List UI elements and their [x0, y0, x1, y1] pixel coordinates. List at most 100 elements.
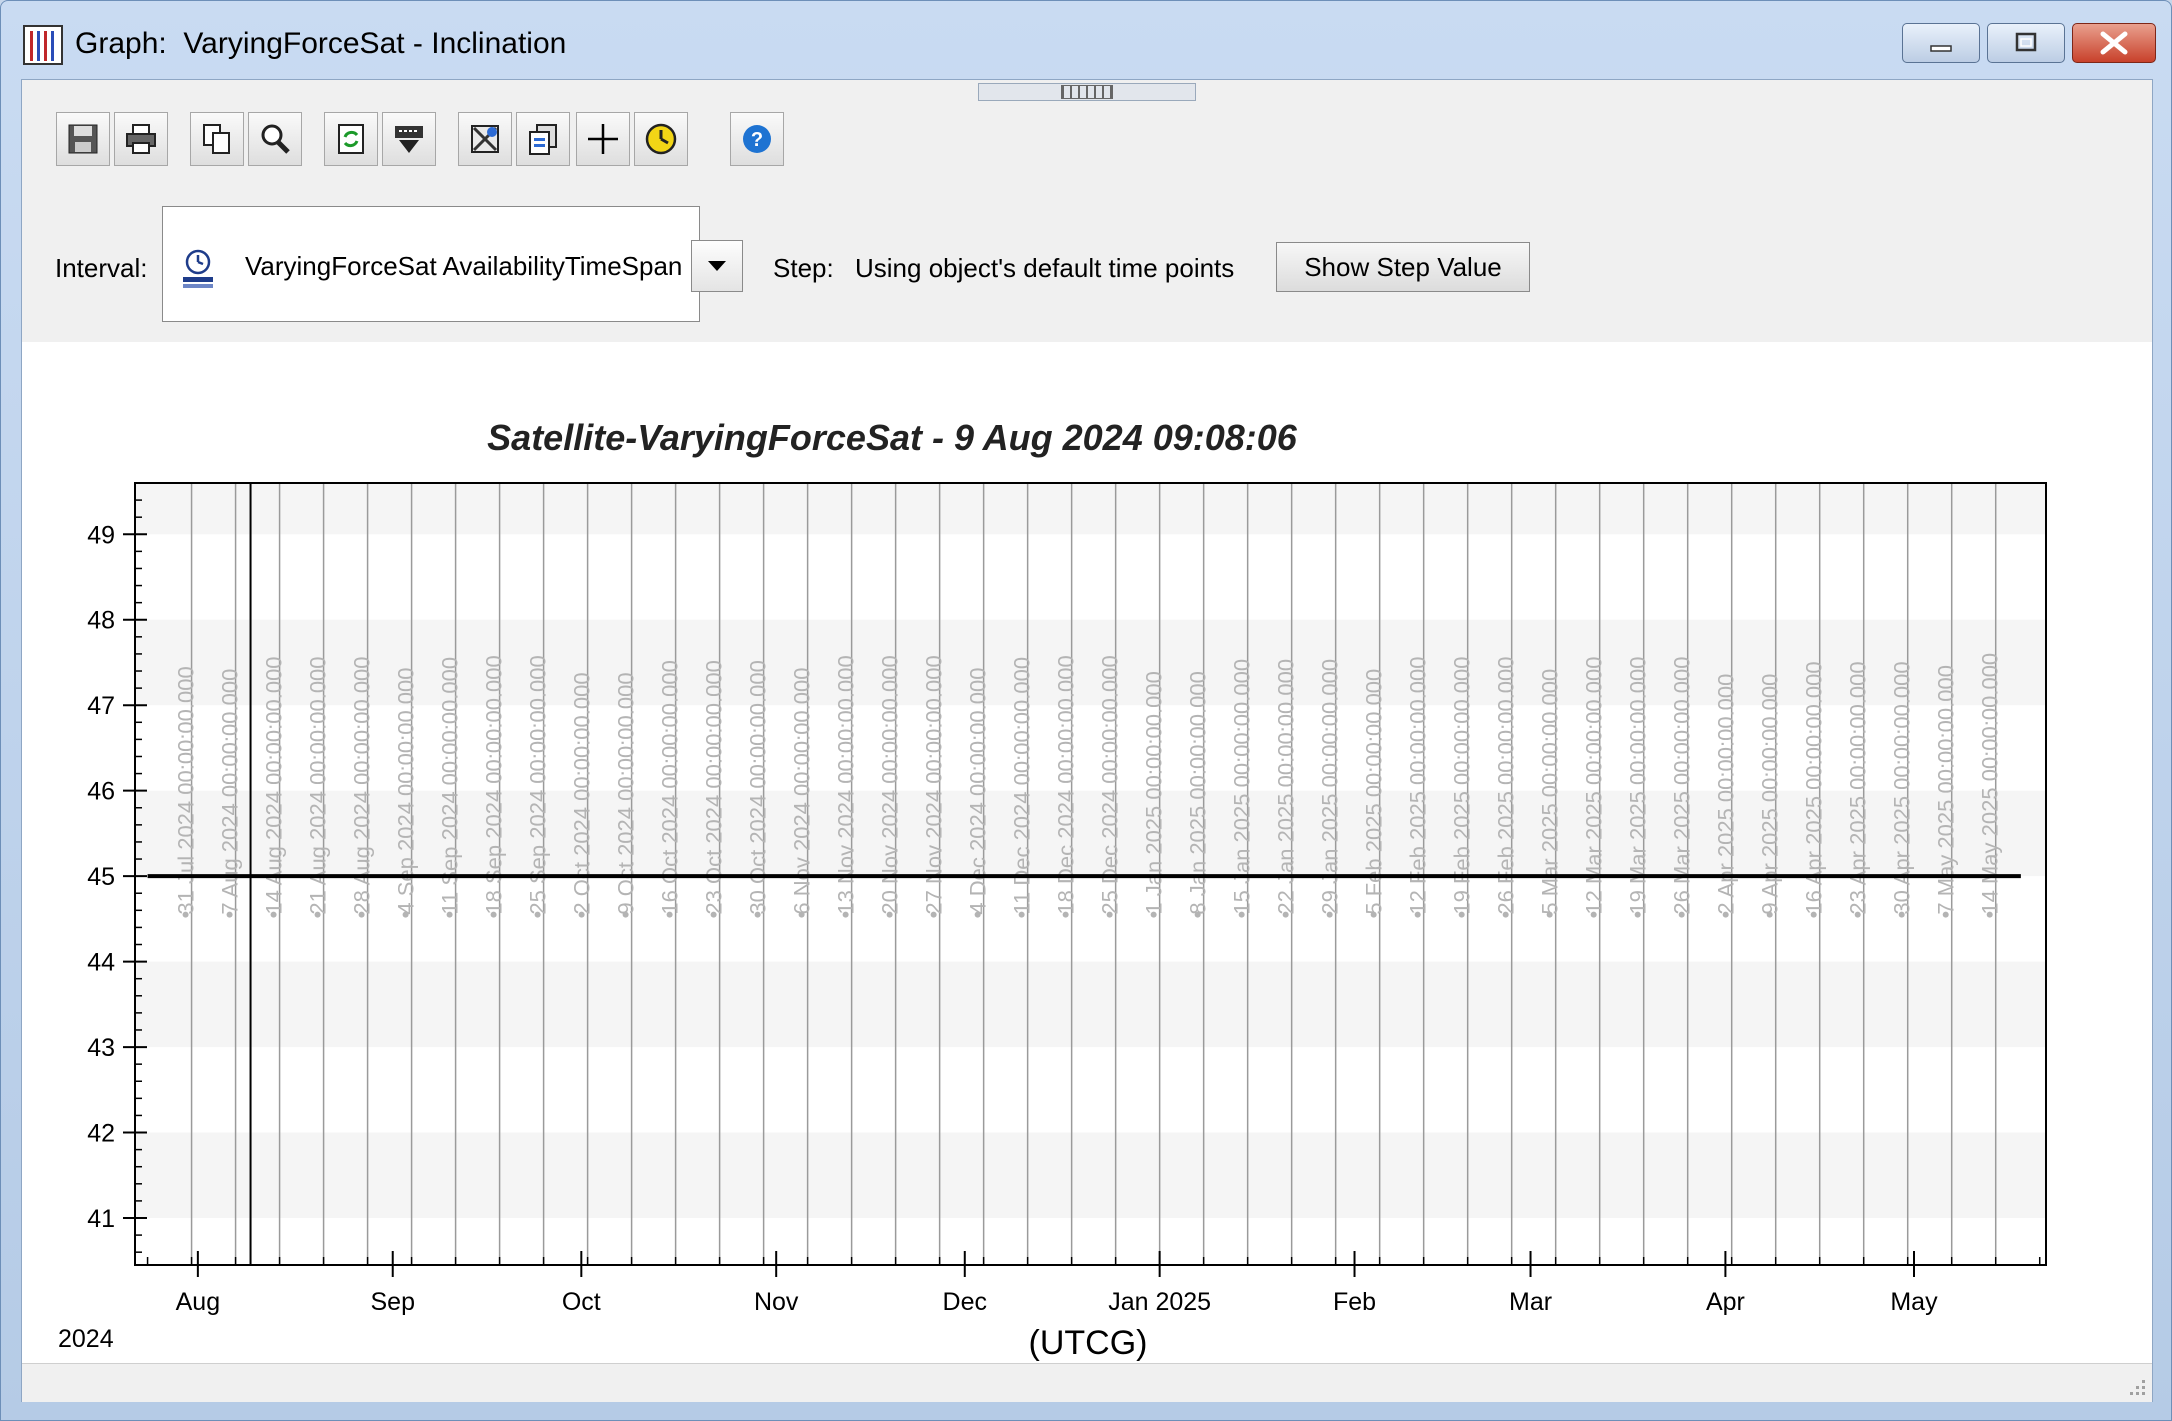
animation-time-button[interactable] [634, 112, 688, 166]
time-marker-point [622, 911, 629, 918]
graph-properties-button[interactable] [458, 112, 512, 166]
time-marker-point [1194, 911, 1201, 918]
x-tick-label: Mar [1509, 1288, 1552, 1316]
time-marker-point [578, 911, 585, 918]
time-marker-point [534, 911, 541, 918]
time-marker-point [1282, 911, 1289, 918]
graph-area[interactable]: 31 Jul 2024 00:00:00.000 7 Aug 2024 00:00… [22, 342, 2152, 1363]
time-marker-point [402, 911, 409, 918]
x-tick-label: Dec [943, 1288, 987, 1316]
y-tick-label: 41 [87, 1205, 115, 1233]
refresh-button[interactable] [324, 112, 378, 166]
time-marker-point [1150, 911, 1157, 918]
time-marker-point [930, 911, 937, 918]
time-marker-point [270, 911, 277, 918]
title-bar[interactable]: Graph: VaryingForceSat - Inclination [1, 1, 2171, 77]
graph-window: Graph: VaryingForceSat - Inclination ? I… [0, 0, 2172, 1421]
time-marker-point [1502, 911, 1509, 918]
time-marker-label: 2 Oct 2024 00:00:00.000 [570, 672, 595, 914]
report-icon [529, 124, 557, 155]
time-marker-point [886, 911, 893, 918]
download-button[interactable] [382, 112, 436, 166]
show-step-value-button[interactable]: Show Step Value [1276, 242, 1530, 292]
status-bar [22, 1363, 2152, 1402]
crosshair-button[interactable] [576, 112, 630, 166]
y-tick-label: 45 [87, 863, 115, 891]
interval-combobox[interactable]: VaryingForceSat AvailabilityTimeSpan [162, 206, 700, 322]
svg-text:?: ? [751, 129, 763, 151]
x-tick-label: Aug [176, 1288, 220, 1316]
help-icon: ? [743, 125, 771, 153]
time-marker-point [314, 911, 321, 918]
interval-label: Interval: [55, 253, 148, 283]
graph-client-area: ? Interval: VaryingForceSat Availability… [21, 79, 2153, 1402]
inclination-chart: 31 Jul 2024 00:00:00.000 7 Aug 2024 00:00… [58, 417, 2047, 1362]
print-icon [126, 124, 156, 154]
background-band [135, 961, 2046, 1048]
y-tick-label: 42 [87, 1120, 115, 1148]
time-marker-point [1370, 911, 1377, 918]
time-marker-point [1986, 911, 1993, 918]
time-marker-point [226, 911, 233, 918]
x-tick-label: Feb [1333, 1288, 1376, 1316]
report-button[interactable] [516, 112, 570, 166]
close-button[interactable] [2072, 23, 2156, 63]
zoom-button[interactable] [248, 112, 302, 166]
animation-time-icon [645, 123, 677, 155]
time-marker-point [974, 911, 981, 918]
x-axis-label: (UTCG) [1029, 1324, 1148, 1362]
chevron-down-icon [708, 261, 726, 271]
resize-grip-icon[interactable] [2122, 1372, 2148, 1398]
minimize-button[interactable] [1902, 23, 1980, 63]
time-marker-point [490, 911, 497, 918]
time-marker-point [1062, 911, 1069, 918]
minimize-icon [1930, 45, 1952, 52]
time-marker-point [1810, 911, 1817, 918]
maximize-icon [2015, 32, 2037, 52]
time-marker-point [1458, 911, 1465, 918]
chart-title: Satellite-VaryingForceSat - 9 Aug 2024 0… [487, 417, 1298, 458]
y-tick-label: 43 [87, 1034, 115, 1062]
time-marker-point [1106, 911, 1113, 918]
window-title: Graph: VaryingForceSat - Inclination [75, 27, 567, 60]
toolbar-splitter-handle[interactable] [978, 83, 1196, 101]
interval-dropdown-button[interactable] [691, 240, 743, 292]
save-icon [68, 124, 98, 154]
copy-button[interactable] [190, 112, 244, 166]
time-marker-point [842, 911, 849, 918]
x-tick-label: May [1890, 1288, 1938, 1316]
time-marker-label: 9 Oct 2024 00:00:00.000 [614, 672, 639, 914]
time-marker-point [1546, 911, 1553, 918]
y-tick-label: 44 [87, 949, 115, 977]
y-tick-label: 46 [87, 778, 115, 806]
time-marker-point [1414, 911, 1421, 918]
step-value: Using object's default time points [855, 253, 1235, 283]
background-band [135, 1132, 2046, 1218]
step-label: Step: [773, 253, 834, 283]
x-year-label: 2024 [58, 1325, 114, 1353]
time-marker-label: 2 Apr 2025 00:00:00.000 [1714, 674, 1739, 915]
maximize-button[interactable] [1987, 23, 2065, 63]
time-marker-point [798, 911, 805, 918]
x-tick-label: Oct [562, 1288, 601, 1316]
y-tick-label: 48 [87, 607, 115, 635]
time-marker-point [1722, 911, 1729, 918]
time-marker-point [1942, 911, 1949, 918]
y-tick-label: 49 [87, 521, 115, 549]
y-tick-label: 47 [87, 692, 115, 720]
time-marker-point [1590, 911, 1597, 918]
x-tick-label: Sep [370, 1288, 414, 1316]
background-band [135, 483, 2046, 535]
x-tick-label: Jan 2025 [1108, 1288, 1211, 1316]
x-tick-label: Nov [754, 1288, 799, 1316]
time-marker-point [1238, 911, 1245, 918]
print-button[interactable] [114, 112, 168, 166]
refresh-icon [338, 124, 364, 154]
copy-icon [203, 124, 230, 154]
save-button[interactable] [56, 112, 110, 166]
interval-value: VaryingForceSat AvailabilityTimeSpan [245, 251, 683, 281]
time-marker-point [754, 911, 761, 918]
help-button[interactable]: ? [730, 112, 784, 166]
time-marker-point [710, 911, 717, 918]
time-marker-point [358, 911, 365, 918]
